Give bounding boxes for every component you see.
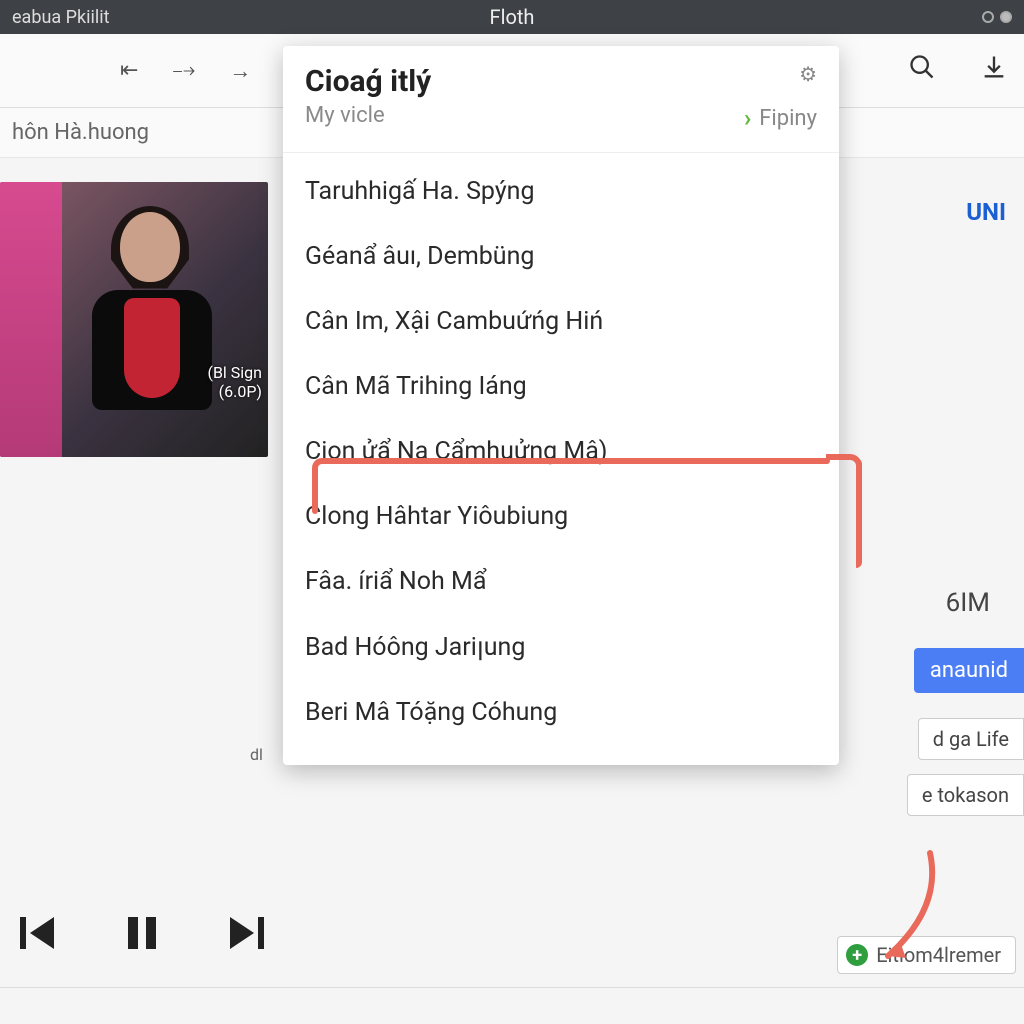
chip-2[interactable]: e tokason (907, 774, 1024, 816)
popup-link-label: Fipiny (759, 106, 817, 131)
forward-icon[interactable]: → (229, 58, 251, 84)
skip-end-icon[interactable]: ⤍ (172, 58, 195, 84)
playlist-popup: Cioaǵ itlý My vicle ⚙︎ › Fipiny Taruhhig… (283, 46, 839, 765)
view-count: 6IM (946, 588, 990, 618)
player-controls (0, 909, 270, 970)
search-icon[interactable] (908, 53, 936, 88)
video-thumbnail[interactable]: (Bl Sign (6.0P) (0, 182, 268, 457)
tag-badge: UNI (966, 198, 1006, 226)
playlist-item[interactable]: Fâa. íriẩ Noh Mẩ (283, 549, 839, 614)
chip-1[interactable]: d ga Life (918, 718, 1024, 760)
playlist-item[interactable]: Géanẩ âuı, Dembüng (283, 224, 839, 289)
download-icon[interactable] (980, 53, 1008, 88)
add-button-label: Eitiom4lremer (876, 943, 1001, 967)
playlist-item[interactable]: Cion ửẩ Na Cẩmhuửng Mâ) (283, 419, 839, 484)
settings-icon[interactable]: ⚙︎ (744, 62, 817, 86)
plus-icon: + (846, 944, 868, 966)
playlist-item[interactable]: Cân Im, Xậi Cambuứńg Hiń (283, 289, 839, 354)
popup-subtitle: My vicle (305, 103, 431, 128)
next-track-button[interactable] (222, 909, 270, 970)
primary-action-button[interactable]: anaunid (914, 648, 1024, 693)
small-label: dl (250, 745, 263, 764)
prev-track-button[interactable] (14, 909, 62, 970)
playlist-item[interactable]: Cân Mã Trihing Iáng (283, 354, 839, 419)
chevron-right-icon: › (744, 104, 751, 132)
playlist-item[interactable]: Taruhhigấ Ha. Spýng (283, 159, 839, 224)
playlist-item[interactable]: Beri Mâ Tóặng Cóhung (283, 680, 839, 745)
window-titlebar: eabua Pkiilit Floth (0, 0, 1024, 34)
pause-button[interactable] (118, 909, 166, 970)
playlist-item[interactable]: Clong Hâhtar Yiôubiung (283, 484, 839, 549)
popup-link[interactable]: › Fipiny (744, 104, 817, 132)
popup-title: Cioaǵ itlý (305, 64, 431, 99)
window-title: Floth (0, 5, 1024, 29)
add-button[interactable]: + Eitiom4lremer (837, 936, 1016, 974)
annotation-stroke (856, 458, 862, 568)
thumb-badge: (Bl Sign (6.0P) (207, 363, 262, 401)
playlist-item[interactable]: Bad Hóông Jariꞁung (283, 614, 839, 680)
skip-start-icon[interactable]: ⇤ (120, 58, 138, 84)
